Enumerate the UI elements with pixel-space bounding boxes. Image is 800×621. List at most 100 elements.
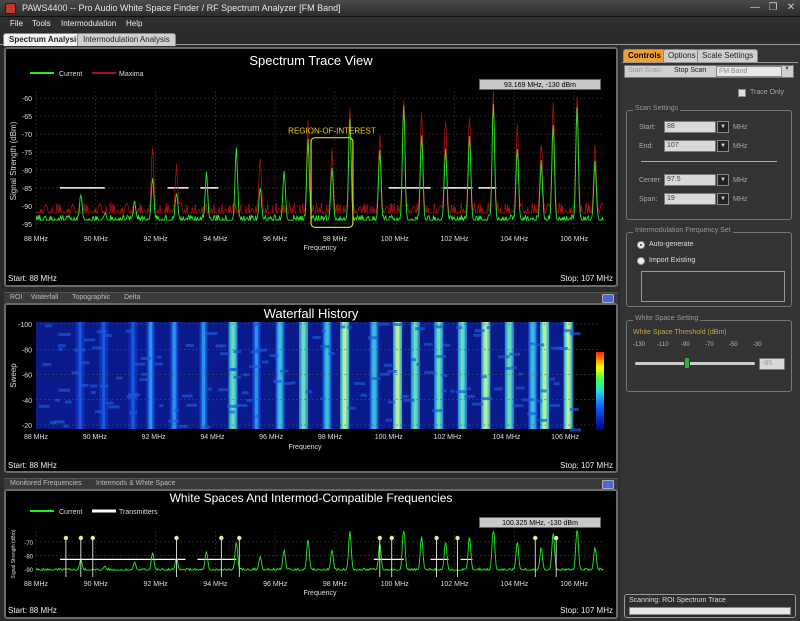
waterfall-speck <box>220 352 231 356</box>
waterfall-speck <box>185 343 194 347</box>
waterfall-speck <box>126 395 138 399</box>
close-icon[interactable]: ✕ <box>784 2 798 15</box>
waterfall-speck <box>423 342 433 346</box>
whitespace-panel: White Spaces And Intermod-Compatible Fre… <box>4 489 618 619</box>
legend-current-label: Current <box>59 71 82 78</box>
menu-help[interactable]: Help <box>126 19 142 28</box>
end-dropdown-icon[interactable]: ▼ <box>717 140 729 152</box>
waterfall-speck <box>242 373 250 377</box>
threshold-value-input[interactable]: -85 <box>759 358 785 370</box>
scan-settings-group: Scan Settings Start: 88 ▼ MHz End: 107 ▼… <box>626 105 792 220</box>
menu-tools[interactable]: Tools <box>32 19 51 28</box>
center-frequency-input[interactable]: 97.5 <box>664 174 716 186</box>
y-tick-label: -80 <box>24 554 33 560</box>
x-tick-label: 92 MHz <box>142 434 167 441</box>
threshold-track[interactable] <box>635 362 755 365</box>
waterfall-speck <box>269 354 279 358</box>
waterfall-band <box>172 322 176 429</box>
threshold-slider-thumb[interactable] <box>683 357 690 369</box>
span-input[interactable]: 19 <box>664 193 716 205</box>
waterfall-speck <box>401 394 409 398</box>
stop-scan-button[interactable]: Stop Scan <box>674 67 706 74</box>
subtab-waterfall[interactable]: Waterfall <box>31 294 58 301</box>
transmitter-marker <box>533 535 538 541</box>
tab-scale-settings[interactable]: Scale Settings <box>697 49 759 62</box>
y-tick-label: -60 <box>22 373 32 380</box>
tab-intermodulation-analysis[interactable]: Intermodulation Analysis <box>77 33 176 46</box>
subtab-intermods-white-space[interactable]: Intermods & White Space <box>96 480 175 487</box>
subtab-roi[interactable]: ROI <box>10 294 22 301</box>
tab-spectrum-analysis[interactable]: Spectrum Analysis <box>3 33 87 46</box>
tab-options[interactable]: Options <box>663 49 701 62</box>
x-tick-label: 106 MHz <box>560 581 589 588</box>
import-existing-radio[interactable] <box>637 257 645 265</box>
start-dropdown-icon[interactable]: ▼ <box>717 121 729 133</box>
chevron-down-icon[interactable]: ▼ <box>784 66 790 72</box>
waterfall-speck <box>464 395 475 399</box>
status-box: Scanning: ROI Spectrum Trace <box>624 594 796 618</box>
waterfall-speck <box>494 387 503 391</box>
waterfall-speck <box>279 369 289 373</box>
waterfall-chart[interactable]: -100 -80 -60 -40 -20 88 MHz 90 MHz 92 MHz 94 MHz… <box>6 305 616 471</box>
start-frequency-input[interactable]: 88 <box>664 121 716 133</box>
waterfall-speck <box>273 379 282 383</box>
legend-maxima-label: Maxima <box>119 71 144 78</box>
waterfall-speck <box>535 399 543 403</box>
subtab-monitored-frequencies[interactable]: Monitored Frequencies <box>10 480 82 487</box>
subtab-topographic[interactable]: Topographic <box>72 294 110 301</box>
whitespace-readout: 100.325 MHz, -130 dBm <box>479 517 601 528</box>
threshold-tick-label: -30 <box>753 342 762 348</box>
start-scan-button[interactable]: Start Scan <box>628 67 661 74</box>
transmitter-marker <box>389 535 394 541</box>
waterfall-speck <box>206 331 218 335</box>
whitespace-collapse-button[interactable] <box>602 480 614 489</box>
menu-bar: File Tools Intermodulation Help <box>0 17 800 31</box>
trace-only-checkbox[interactable] <box>738 89 746 97</box>
waterfall-collapse-button[interactable] <box>602 294 614 303</box>
whitespace-start: Start: 88 MHz <box>8 606 57 615</box>
transmitter-marker <box>237 535 242 541</box>
menu-file[interactable]: File <box>10 19 23 28</box>
center-dropdown-icon[interactable]: ▼ <box>717 174 729 186</box>
restore-icon[interactable]: ❐ <box>766 2 780 15</box>
import-file-box[interactable] <box>641 271 785 302</box>
waterfall-speck <box>569 332 581 336</box>
tab-controls[interactable]: Controls <box>623 49 666 62</box>
y-tick-label: -80 <box>22 168 32 175</box>
transmitter-marker <box>434 535 439 541</box>
x-tick-label: 98 MHz <box>323 236 348 243</box>
y-tick-label: -75 <box>22 150 32 157</box>
x-tick-label: 88 MHz <box>24 236 49 243</box>
band-select[interactable]: FM Band <box>716 66 782 77</box>
whitespace-chart[interactable]: Current Transmitters -70 -80 -90 88 MHz 90 MHz… <box>6 491 616 617</box>
waterfall-speck <box>127 392 137 396</box>
span-dropdown-icon[interactable]: ▼ <box>717 193 729 205</box>
status-text: Scanning: ROI Spectrum Trace <box>629 597 726 604</box>
waterfall-speck <box>321 329 326 333</box>
minimize-icon[interactable]: — <box>748 2 762 15</box>
waterfall-colorbar <box>596 352 604 430</box>
waterfall-speck <box>563 329 574 333</box>
x-tick-label: 104 MHz <box>500 581 529 588</box>
waterfall-speck <box>450 389 456 393</box>
waterfall-speck <box>291 381 296 385</box>
auto-generate-radio[interactable] <box>637 241 645 249</box>
waterfall-speck <box>233 350 242 354</box>
waterfall-speck <box>84 338 96 342</box>
waterfall-speck <box>466 387 471 391</box>
y-axis-label: Sweep <box>9 363 18 388</box>
waterfall-band <box>325 322 329 429</box>
waterfall-band <box>507 322 511 429</box>
x-tick-label: 106 MHz <box>551 434 580 441</box>
waterfall-speck <box>415 327 426 331</box>
waterfall-speck <box>242 391 249 395</box>
waterfall-speck <box>328 352 335 356</box>
end-frequency-input[interactable]: 107 <box>664 140 716 152</box>
x-tick-label: 88 MHz <box>24 434 49 441</box>
auto-generate-label: Auto-generate <box>649 241 694 248</box>
waterfall-speck <box>553 382 560 386</box>
waterfall-speck <box>480 375 488 379</box>
subtab-delta[interactable]: Delta <box>124 294 140 301</box>
waterfall-speck <box>42 363 52 367</box>
menu-intermodulation[interactable]: Intermodulation <box>61 19 116 28</box>
